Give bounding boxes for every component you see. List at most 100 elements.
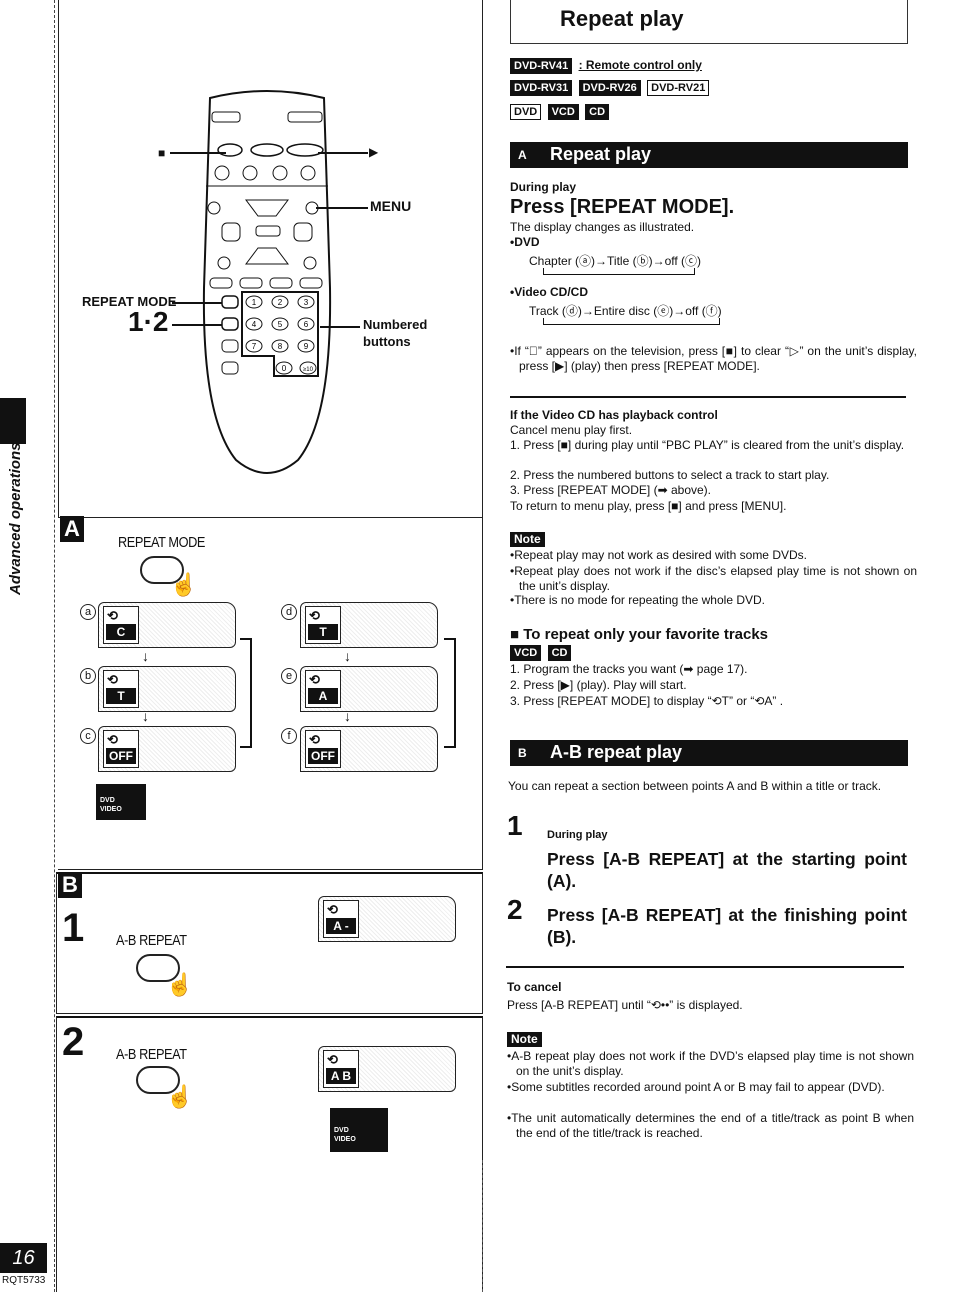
display-panel-e: ⟲ A — [300, 666, 438, 712]
display-panel-b: ⟲ T — [98, 666, 236, 712]
disc-tag: CD — [547, 645, 572, 661]
down-arrow-icon: ↓ — [344, 708, 351, 724]
illustration-b-badge: B — [58, 872, 82, 898]
repeat-icon: ⟲ — [309, 608, 320, 623]
menu-callout: MENU — [370, 198, 412, 214]
finger-press-icon: ☝ — [166, 972, 194, 997]
display-panel-a: ⟲ C — [98, 602, 236, 648]
note-item: •Repeat play may not work as desired wit… — [510, 548, 807, 562]
unit-display-illustration: DVD VIDEO — [330, 1108, 388, 1152]
ab-repeat-button — [221, 317, 239, 331]
step-instruction: Press [A-B REPEAT] at the starting point… — [547, 849, 907, 891]
model-row-2: DVD-RV31 DVD-RV26 DVD-RV21 — [510, 80, 712, 96]
section-tab-marker — [0, 398, 26, 444]
open-close-button — [287, 111, 323, 123]
step-instruction: Press [A-B REPEAT] at the finishing poin… — [547, 905, 907, 947]
svg-text:1: 1 — [252, 298, 257, 307]
note-item: •There is no mode for repeating the whol… — [510, 593, 765, 607]
menu-callout-line — [316, 207, 368, 209]
search-back-button — [272, 165, 288, 181]
finger-press-icon: ☝ — [170, 572, 198, 597]
step-number: 1 — [507, 810, 523, 841]
stop-callout-icon: ■ — [158, 146, 166, 160]
repeat-icon: ⟲ — [107, 732, 118, 747]
search-fwd-button — [300, 165, 316, 181]
play-callout-line — [318, 152, 368, 154]
svg-text:0: 0 — [282, 364, 287, 373]
favorites-step: 1. Program the tracks you want (➡ page 1… — [510, 662, 748, 676]
repeat-icon: ⟲ — [107, 672, 118, 687]
pbc-outro: To return to menu play, press [■] and pr… — [510, 499, 787, 513]
disc-tag: CD — [585, 104, 610, 120]
ab-repeat-label: A-B REPEAT — [116, 1046, 187, 1063]
top-menu-button — [207, 201, 221, 215]
display-panel-d: ⟲ T — [300, 602, 438, 648]
unit-display-illustration: DVD VIDEO — [96, 784, 146, 820]
power-button — [211, 111, 241, 123]
favorites-step: 3. Press [REPEAT MODE] to display “⟲T” o… — [510, 694, 784, 708]
enter-button — [255, 225, 281, 237]
circle-label-d: d — [281, 604, 297, 620]
circle-label-f: f — [281, 728, 297, 744]
divider — [506, 966, 904, 968]
dvd-flow: Chapter (ⓐ)→Title (ⓑ)→off (ⓒ) — [529, 254, 702, 268]
cancel-heading: To cancel — [507, 980, 562, 994]
repeat-icon: ⟲ — [309, 732, 320, 747]
step-1-2-callout: 1·2 — [128, 306, 169, 337]
repeat-icon: ⟲ — [107, 608, 118, 623]
pbc-intro: Cancel menu play first. — [510, 423, 633, 437]
pbc-step: 2. Press the numbered buttons to select … — [510, 468, 830, 482]
skip-fwd-button — [242, 165, 258, 181]
display-panel-ab-end: ⟲ A B — [318, 1046, 456, 1092]
step-number: 1 — [62, 906, 85, 950]
svg-text:2: 2 — [278, 298, 283, 307]
note-badge: Note — [510, 532, 545, 547]
ab-repeat-label: A-B REPEAT — [116, 932, 187, 949]
play-button — [286, 143, 324, 157]
pbc-step: 3. Press [REPEAT MODE] (➡ above). — [510, 483, 711, 497]
remote-control-illustration: 1 2 3 4 5 6 7 8 9 0 ≥10 — [202, 90, 332, 474]
right-arrow-button — [293, 222, 313, 242]
repeat-icon: ⟲ — [309, 672, 320, 687]
svg-text:6: 6 — [304, 320, 309, 329]
down-arrow-icon: ↓ — [142, 648, 149, 664]
left-arrow-button — [221, 222, 241, 242]
stop-callout-line — [170, 152, 226, 154]
pbc-step: 1. Press [■] during play until “PBC PLAY… — [510, 438, 905, 452]
disc-tag: VCD — [510, 645, 542, 661]
finger-press-icon: ☝ — [166, 1084, 194, 1109]
model-tag: DVD-RV21 — [647, 80, 710, 96]
model-tag: DVD-RV31 — [510, 80, 573, 96]
step-number: 2 — [62, 1020, 85, 1064]
svg-text:9: 9 — [304, 342, 309, 351]
display-desc: The display changes as illustrated. — [510, 220, 695, 234]
model-tag: DVD-RV26 — [578, 80, 641, 96]
flow-return-line — [543, 318, 720, 325]
play-callout-icon: ▶ — [369, 145, 379, 159]
circle-label-c: c — [80, 728, 96, 744]
down-arrow-icon: ↓ — [344, 648, 351, 664]
flow-return-line — [543, 268, 695, 275]
note-badge: Note — [507, 1032, 542, 1047]
display-button — [217, 256, 231, 270]
during-play-label: During play — [547, 829, 608, 841]
repeat-mode-button — [221, 295, 239, 309]
circle-label-a: a — [80, 604, 96, 620]
divider — [510, 396, 906, 398]
section-a-header: A Repeat play — [510, 142, 908, 168]
vcd-flow: Track (ⓓ)→Entire disc (ⓔ)→off (ⓕ) — [529, 304, 722, 318]
favorites-tags: VCD CD — [510, 645, 574, 661]
svg-text:5: 5 — [278, 320, 283, 329]
note-item: •The unit automatically determines the e… — [507, 1111, 914, 1140]
svg-text:≥10: ≥10 — [303, 367, 314, 373]
model-note: : Remote control only — [578, 58, 702, 72]
document-code: RQT5733 — [2, 1275, 46, 1286]
display-panel-ab-start: ⟲ A - — [318, 896, 456, 942]
note-item: •A-B repeat play does not work if the DV… — [507, 1049, 914, 1078]
page-number: 16 — [0, 1243, 47, 1273]
stop-button — [217, 143, 243, 157]
column-divider — [482, 1160, 483, 1292]
instruction-heading: Press [REPEAT MODE]. — [510, 196, 735, 218]
disc-tag: VCD — [547, 104, 579, 120]
return-loop-arrow — [444, 638, 456, 748]
